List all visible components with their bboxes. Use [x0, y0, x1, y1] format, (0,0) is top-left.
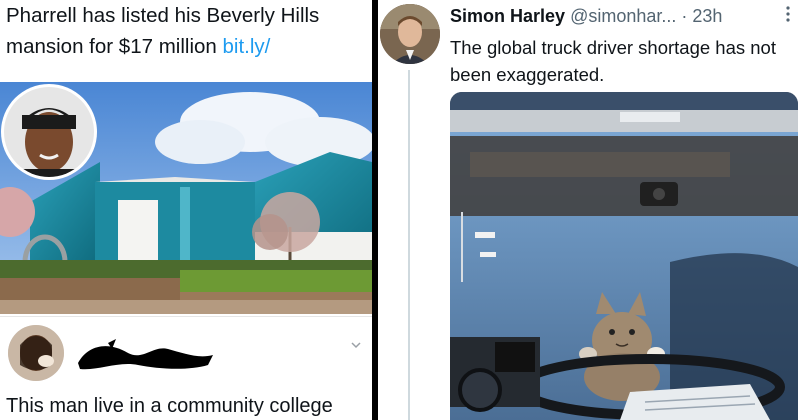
reply-tweet[interactable]: This man live in a community college [0, 316, 372, 420]
tweet-link[interactable]: bit.ly/ [223, 35, 271, 58]
redacted-username-scribble [78, 339, 213, 370]
right-tweet-panel: Simon Harley @simonhar... · 23h The glob… [378, 0, 800, 420]
author-handle[interactable]: @simonhar... [570, 6, 676, 26]
thread-line [408, 70, 410, 420]
cat-in-truck-photo[interactable] [450, 92, 798, 420]
pharrell-avatar[interactable] [1, 84, 97, 180]
tweet-text: Pharrell has listed his Beverly Hills ma… [6, 0, 368, 62]
tweet-text: The global truck driver shortage has not… [450, 37, 776, 85]
separator-dot: · [681, 6, 688, 26]
chevron-down-icon[interactable] [350, 339, 362, 351]
simon-harley-avatar[interactable] [380, 4, 440, 64]
reply-avatar[interactable] [8, 325, 64, 381]
post-timestamp[interactable]: 23h [692, 6, 722, 26]
more-options-icon[interactable] [786, 6, 790, 27]
left-tweet-panel: Pharrell has listed his Beverly Hills ma… [0, 0, 372, 420]
tweet-header: Simon Harley @simonhar... · 23h [450, 6, 722, 27]
author-name[interactable]: Simon Harley [450, 6, 565, 26]
reply-text: This man live in a community college [6, 395, 333, 417]
tweet-body: Pharrell has listed his Beverly Hills ma… [6, 4, 320, 58]
